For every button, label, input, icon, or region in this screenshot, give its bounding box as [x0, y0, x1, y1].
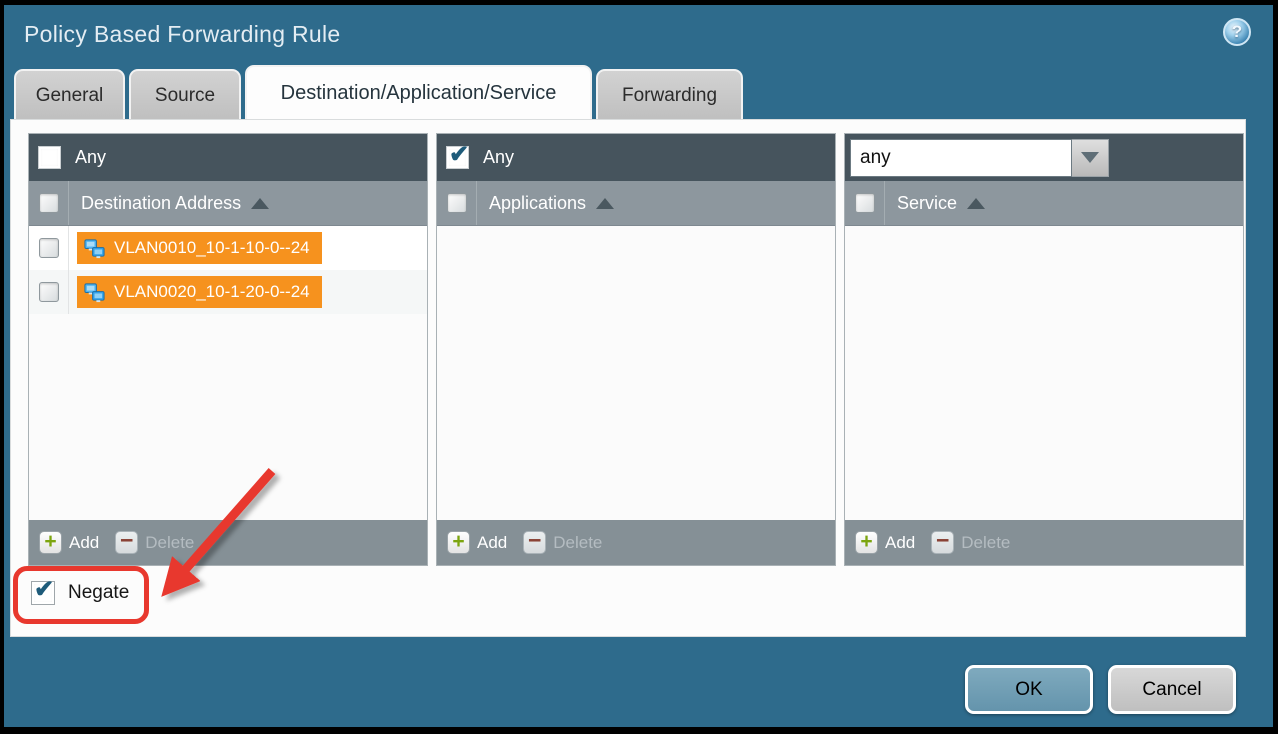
applications-any-checkbox[interactable] — [446, 146, 469, 169]
applications-panel: Any Applications + — [436, 133, 836, 566]
destination-column-label: Destination Address — [81, 193, 241, 214]
add-button[interactable]: + Add — [447, 531, 507, 554]
address-object-chip[interactable]: VLAN0020_10-1-20-0--24 — [77, 276, 322, 308]
row-checkbox[interactable] — [39, 238, 59, 258]
policy-based-forwarding-dialog: Policy Based Forwarding Rule ? General S… — [4, 5, 1273, 727]
delete-button[interactable]: − Delete — [523, 531, 602, 554]
applications-panel-footer: + Add − Delete — [437, 520, 835, 565]
table-row: VLAN0020_10-1-20-0--24 — [29, 270, 427, 314]
network-address-icon — [83, 281, 106, 304]
service-dropdown[interactable]: any — [850, 139, 1109, 177]
applications-select-all-checkbox[interactable] — [447, 193, 467, 213]
applications-any-bar: Any — [437, 134, 835, 181]
add-button[interactable]: + Add — [39, 531, 99, 554]
destination-address-panel: Any Destination Address — [28, 133, 428, 566]
tab-content-area: Any Destination Address — [10, 119, 1246, 637]
service-select-all-checkbox[interactable] — [855, 193, 875, 213]
add-plus-icon: + — [447, 531, 470, 554]
delete-button[interactable]: − Delete — [115, 531, 194, 554]
service-panel-footer: + Add − Delete — [845, 520, 1243, 565]
applications-list — [437, 226, 835, 520]
destination-panel-footer: + Add − Delete — [29, 520, 427, 565]
negate-label: Negate — [68, 582, 129, 604]
screenshot-frame: Policy Based Forwarding Rule ? General S… — [0, 0, 1278, 734]
service-column-label: Service — [897, 193, 957, 214]
delete-minus-icon: − — [115, 531, 138, 554]
destination-any-label: Any — [75, 147, 106, 168]
delete-button[interactable]: − Delete — [931, 531, 1010, 554]
applications-any-label: Any — [483, 147, 514, 168]
add-plus-icon: + — [39, 531, 62, 554]
negate-checkbox[interactable] — [31, 581, 55, 605]
delete-minus-icon: − — [931, 531, 954, 554]
tab-general[interactable]: General — [14, 69, 125, 120]
tab-bar: General Source Destination/Application/S… — [14, 65, 743, 120]
destination-header-checkbox-cell — [29, 181, 69, 225]
sort-ascending-icon — [251, 198, 269, 209]
destination-any-bar: Any — [29, 134, 427, 181]
service-dropdown-bar: any — [845, 134, 1243, 181]
row-checkbox-cell — [29, 270, 69, 314]
tab-forwarding[interactable]: Forwarding — [596, 69, 743, 120]
panels-row: Any Destination Address — [28, 133, 1244, 566]
applications-header-checkbox-cell — [437, 181, 477, 225]
destination-list: VLAN0010_10-1-10-0--24 — [29, 226, 427, 520]
chevron-down-icon — [1081, 152, 1099, 163]
applications-column-label: Applications — [489, 193, 586, 214]
dropdown-button[interactable] — [1072, 139, 1109, 177]
address-object-label: VLAN0020_10-1-20-0--24 — [114, 282, 310, 302]
service-header-checkbox-cell — [845, 181, 885, 225]
destination-select-all-checkbox[interactable] — [39, 193, 59, 213]
address-object-chip[interactable]: VLAN0010_10-1-10-0--24 — [77, 232, 322, 264]
add-plus-icon: + — [855, 531, 878, 554]
network-address-icon — [83, 237, 106, 260]
delete-minus-icon: − — [523, 531, 546, 554]
service-dropdown-value: any — [850, 139, 1072, 177]
row-checkbox-cell — [29, 226, 69, 270]
service-panel: any Service — [844, 133, 1244, 566]
sort-ascending-icon — [596, 198, 614, 209]
address-object-label: VLAN0010_10-1-10-0--24 — [114, 238, 310, 258]
table-row: VLAN0010_10-1-10-0--24 — [29, 226, 427, 270]
sort-ascending-icon — [967, 198, 985, 209]
add-button[interactable]: + Add — [855, 531, 915, 554]
dialog-title: Policy Based Forwarding Rule — [24, 21, 341, 48]
tab-source[interactable]: Source — [129, 69, 241, 120]
negate-control: Negate — [31, 581, 129, 605]
cancel-button[interactable]: Cancel — [1108, 665, 1236, 714]
row-checkbox[interactable] — [39, 282, 59, 302]
applications-column-header[interactable]: Applications — [437, 181, 835, 226]
ok-button[interactable]: OK — [965, 665, 1093, 714]
service-column-header[interactable]: Service — [845, 181, 1243, 226]
destination-column-header[interactable]: Destination Address — [29, 181, 427, 226]
destination-any-checkbox[interactable] — [38, 146, 61, 169]
service-list — [845, 226, 1243, 520]
help-icon[interactable]: ? — [1223, 18, 1251, 46]
tab-destination-application-service[interactable]: Destination/Application/Service — [245, 65, 592, 120]
